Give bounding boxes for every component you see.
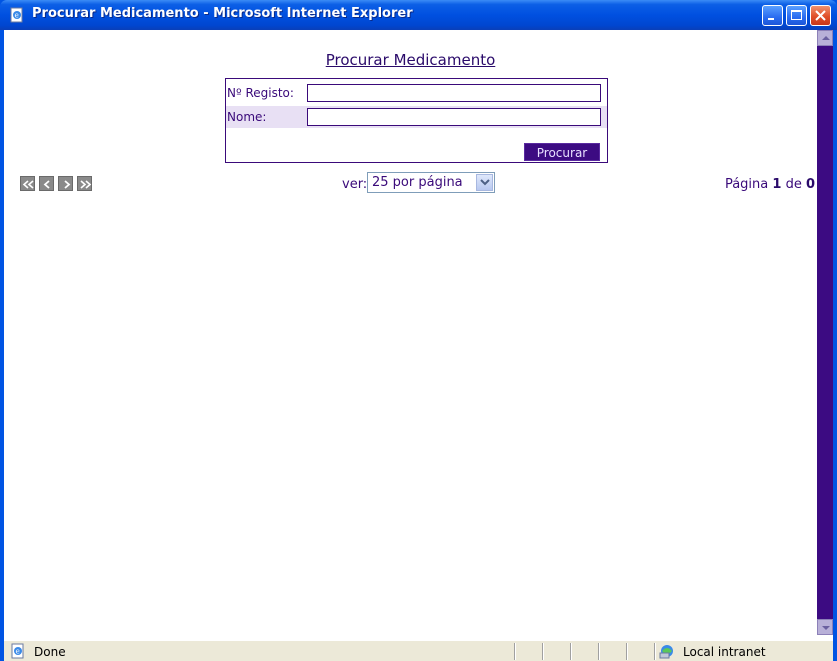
svg-text:e: e xyxy=(16,648,20,656)
search-button[interactable]: Procurar xyxy=(524,143,600,161)
scroll-down-button[interactable] xyxy=(817,619,833,635)
minimize-button[interactable] xyxy=(762,5,783,26)
prev-page-button[interactable] xyxy=(39,176,54,191)
maximize-icon xyxy=(791,10,802,20)
per-page-label: ver: xyxy=(342,177,368,192)
last-page-icon xyxy=(80,180,92,189)
close-icon xyxy=(815,10,826,21)
dropdown-arrow-icon xyxy=(480,179,490,186)
total-pages: 0 xyxy=(805,177,815,192)
status-divider xyxy=(654,643,655,660)
dropdown-button[interactable] xyxy=(476,174,493,191)
maximize-button[interactable] xyxy=(786,5,807,26)
browser-window: e Procurar Medicamento - Microsoft Inter… xyxy=(0,0,837,661)
title-bar[interactable]: e Procurar Medicamento - Microsoft Inter… xyxy=(0,0,837,30)
prev-page-icon xyxy=(43,180,50,189)
page-of: de xyxy=(785,177,802,192)
per-page-value: 25 por página xyxy=(372,175,463,190)
status-divider xyxy=(570,643,571,660)
next-page-button[interactable] xyxy=(58,176,73,191)
per-page-select[interactable]: 25 por página xyxy=(367,172,495,193)
nome-row: Nome: xyxy=(226,106,607,128)
ie-status-icon: e xyxy=(11,643,24,659)
scroll-up-icon xyxy=(822,36,830,40)
scroll-up-button[interactable] xyxy=(817,30,833,46)
first-page-icon xyxy=(22,180,34,189)
page-title: Procurar Medicamento xyxy=(325,51,496,69)
registo-input[interactable] xyxy=(307,84,601,102)
close-button[interactable] xyxy=(810,5,831,26)
status-divider xyxy=(598,643,599,660)
search-form: Nº Registo: Nome: Procurar xyxy=(225,78,608,163)
nome-label: Nome: xyxy=(227,110,267,124)
status-divider xyxy=(514,643,515,660)
ie-page-icon: e xyxy=(10,7,23,23)
minimize-icon xyxy=(768,18,774,20)
status-divider xyxy=(542,643,543,660)
registo-label: Nº Registo: xyxy=(227,86,294,100)
svg-text:e: e xyxy=(15,12,19,20)
vertical-scrollbar[interactable] xyxy=(817,30,833,635)
nome-input[interactable] xyxy=(307,108,601,126)
zone-text: Local intranet xyxy=(683,645,766,659)
registo-row: Nº Registo: xyxy=(226,82,607,104)
status-text: Done xyxy=(34,645,66,659)
status-bar: e Done Local intranet xyxy=(4,640,833,661)
current-page: 1 xyxy=(772,177,782,192)
local-intranet-icon xyxy=(659,645,673,659)
next-page-icon xyxy=(64,180,71,189)
page-prefix: Página xyxy=(724,177,769,192)
page-indicator: Página 1 de 0 xyxy=(725,177,815,192)
last-page-button[interactable] xyxy=(77,176,92,191)
page-content: Procurar Medicamento Nº Registo: Nome: P… xyxy=(4,30,833,640)
window-title: Procurar Medicamento - Microsoft Interne… xyxy=(32,6,413,21)
status-divider xyxy=(626,643,627,660)
scroll-down-icon xyxy=(822,626,830,630)
first-page-button[interactable] xyxy=(20,176,35,191)
